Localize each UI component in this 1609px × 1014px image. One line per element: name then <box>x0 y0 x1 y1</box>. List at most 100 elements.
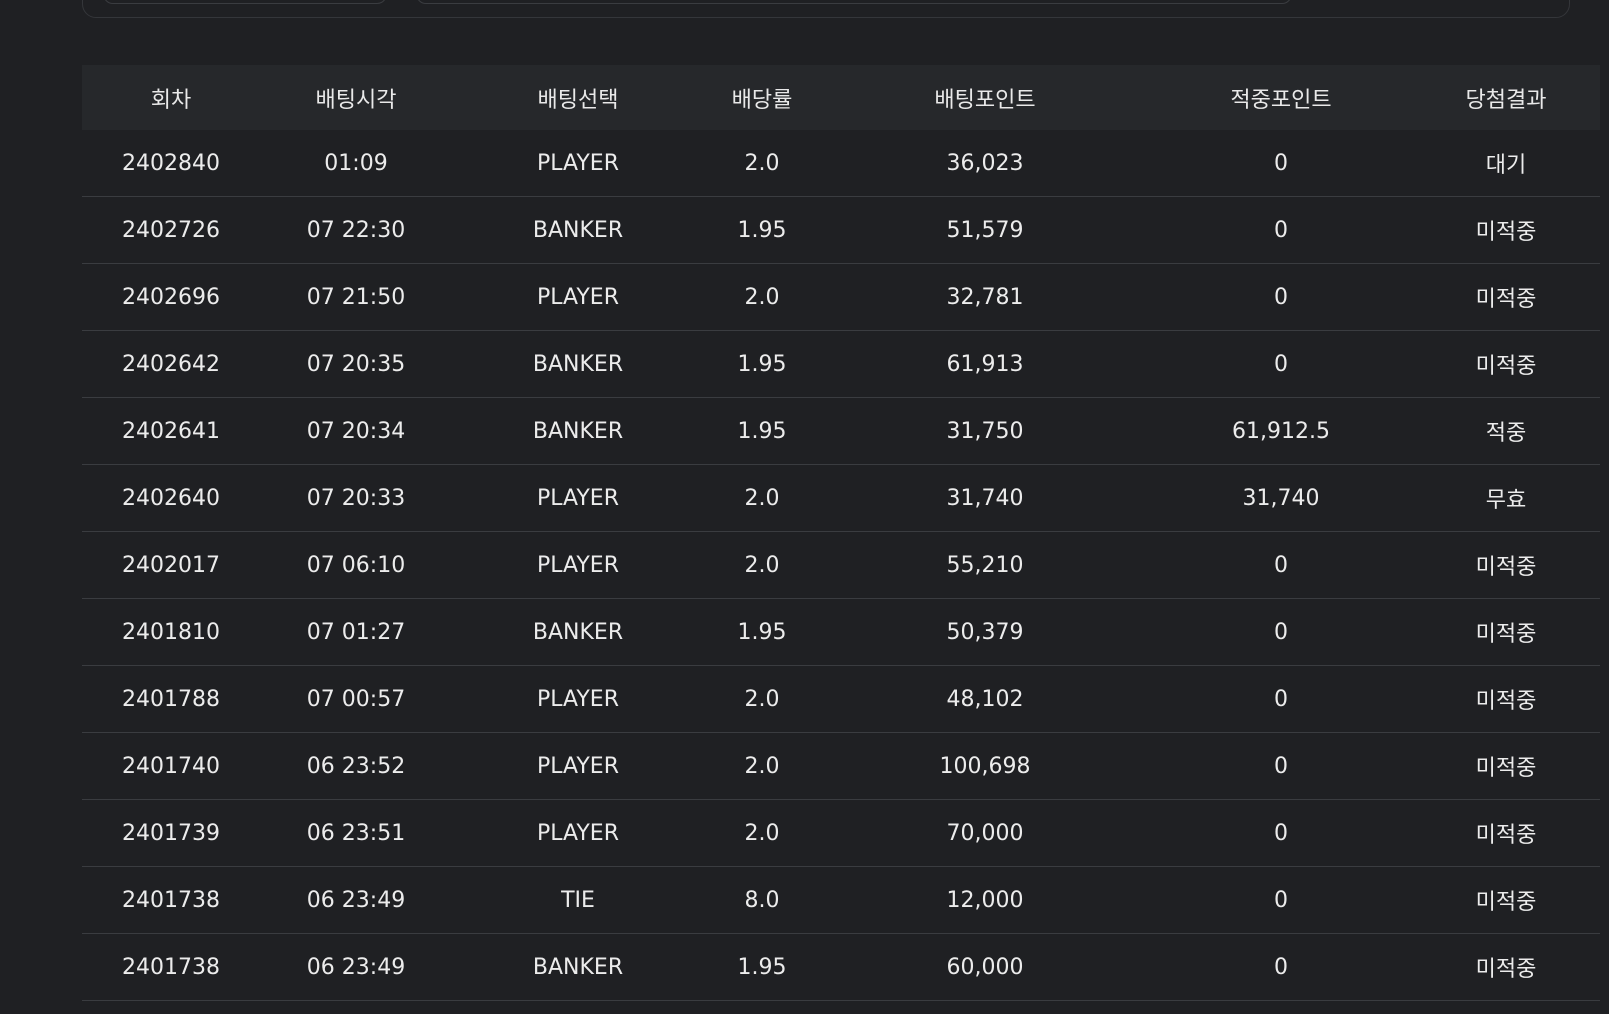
cell-bet-points: 60,000 <box>820 933 1150 1001</box>
cell-bet-points: 12,000 <box>820 866 1150 934</box>
cell-bet-choice: BANKER <box>452 933 704 1001</box>
cell-bet-points: 32,781 <box>820 263 1150 331</box>
cell-result: 무효 <box>1412 464 1600 532</box>
cell-bet-time: 07 21:50 <box>260 263 452 331</box>
cell-round: 2401738 <box>82 866 260 934</box>
table-row: 2401740 06 23:52 PLAYER 2.0 100,698 0 미적중 <box>82 732 1600 800</box>
cell-result: 미적중 <box>1412 263 1600 331</box>
table-row: 2402641 07 20:34 BANKER 1.95 31,750 61,912.5 적… <box>82 397 1600 465</box>
cell-result: 미적중 <box>1412 866 1600 934</box>
cell-odds: 8.0 <box>704 866 820 934</box>
table-header-row: 회차 배팅시각 배팅선택 배당률 배팅포인트 적중포인트 당첨결과 <box>82 65 1600 130</box>
cell-round: 2402696 <box>82 263 260 331</box>
header-odds: 배당률 <box>731 87 793 113</box>
cell-bet-time: 07 20:35 <box>260 330 452 398</box>
filter-panel <box>82 0 1570 18</box>
cell-win-points: 0 <box>1150 531 1412 599</box>
header-bet-choice: 배팅선택 <box>537 87 619 113</box>
cell-result: 미적중 <box>1412 665 1600 733</box>
table-row: 2402642 07 20:35 BANKER 1.95 61,913 0 미적중 <box>82 330 1600 398</box>
table-body: 2402840 01:09 PLAYER 2.0 36,023 0 대기 2402726 07 … <box>82 130 1600 1001</box>
cell-odds: 2.0 <box>704 531 820 599</box>
cell-odds: 2.0 <box>704 464 820 532</box>
header-win-points: 적중포인트 <box>1230 87 1332 113</box>
cell-result: 적중 <box>1412 397 1600 465</box>
cell-odds: 2.0 <box>704 665 820 733</box>
cell-win-points: 0 <box>1150 130 1412 197</box>
cell-round: 2401739 <box>82 799 260 867</box>
cell-result: 미적중 <box>1412 330 1600 398</box>
cell-bet-time: 07 06:10 <box>260 531 452 599</box>
cell-win-points: 0 <box>1150 263 1412 331</box>
cell-round: 2402726 <box>82 196 260 264</box>
table-row: 2402017 07 06:10 PLAYER 2.0 55,210 0 미적중 <box>82 531 1600 599</box>
table-row: 2402840 01:09 PLAYER 2.0 36,023 0 대기 <box>82 130 1600 197</box>
table-row: 2402640 07 20:33 PLAYER 2.0 31,740 31,740 무효 <box>82 464 1600 532</box>
cell-odds: 1.95 <box>704 330 820 398</box>
search-input[interactable] <box>416 0 1292 4</box>
cell-win-points: 61,912.5 <box>1150 397 1412 465</box>
betting-history-page: 회차 배팅시각 배팅선택 배당률 배팅포인트 적중포인트 당첨결과 240284… <box>0 0 1609 1014</box>
cell-win-points: 0 <box>1150 330 1412 398</box>
cell-round: 2401740 <box>82 732 260 800</box>
cell-bet-choice: BANKER <box>452 598 704 666</box>
filter-dropdown[interactable] <box>103 0 387 4</box>
cell-bet-choice: BANKER <box>452 196 704 264</box>
table-row: 2401788 07 00:57 PLAYER 2.0 48,102 0 미적중 <box>82 665 1600 733</box>
cell-bet-points: 48,102 <box>820 665 1150 733</box>
cell-odds: 1.95 <box>704 933 820 1001</box>
cell-round: 2401788 <box>82 665 260 733</box>
betting-history-table: 회차 배팅시각 배팅선택 배당률 배팅포인트 적중포인트 당첨결과 240284… <box>82 65 1600 1001</box>
cell-bet-choice: BANKER <box>452 397 704 465</box>
cell-win-points: 0 <box>1150 933 1412 1001</box>
cell-bet-points: 55,210 <box>820 531 1150 599</box>
cell-odds: 2.0 <box>704 732 820 800</box>
cell-result: 대기 <box>1412 130 1600 197</box>
cell-result: 미적중 <box>1412 799 1600 867</box>
cell-round: 2402017 <box>82 531 260 599</box>
header-round: 회차 <box>150 87 192 113</box>
cell-bet-time: 07 20:33 <box>260 464 452 532</box>
cell-result: 미적중 <box>1412 196 1600 264</box>
cell-win-points: 0 <box>1150 732 1412 800</box>
cell-round: 2401738 <box>82 933 260 1001</box>
cell-bet-choice: PLAYER <box>452 665 704 733</box>
cell-bet-choice: PLAYER <box>452 130 704 197</box>
table-row: 2401810 07 01:27 BANKER 1.95 50,379 0 미적중 <box>82 598 1600 666</box>
cell-bet-points: 70,000 <box>820 799 1150 867</box>
cell-odds: 2.0 <box>704 130 820 197</box>
cell-bet-time: 07 00:57 <box>260 665 452 733</box>
cell-odds: 1.95 <box>704 598 820 666</box>
cell-bet-points: 51,579 <box>820 196 1150 264</box>
cell-round: 2402642 <box>82 330 260 398</box>
cell-bet-time: 06 23:49 <box>260 933 452 1001</box>
cell-round: 2402641 <box>82 397 260 465</box>
cell-result: 미적중 <box>1412 598 1600 666</box>
cell-odds: 2.0 <box>704 263 820 331</box>
header-bet-time: 배팅시각 <box>315 87 397 113</box>
cell-round: 2402840 <box>82 130 260 197</box>
header-bet-points: 배팅포인트 <box>934 87 1036 113</box>
table-row: 2401739 06 23:51 PLAYER 2.0 70,000 0 미적중 <box>82 799 1600 867</box>
cell-bet-choice: TIE <box>452 866 704 934</box>
betting-history-table-container: 회차 배팅시각 배팅선택 배당률 배팅포인트 적중포인트 당첨결과 240284… <box>82 65 1609 1001</box>
cell-result: 미적중 <box>1412 933 1600 1001</box>
cell-bet-time: 06 23:52 <box>260 732 452 800</box>
cell-round: 2401810 <box>82 598 260 666</box>
cell-win-points: 0 <box>1150 598 1412 666</box>
cell-odds: 1.95 <box>704 196 820 264</box>
cell-bet-points: 31,740 <box>820 464 1150 532</box>
cell-bet-choice: BANKER <box>452 330 704 398</box>
table-row: 2402726 07 22:30 BANKER 1.95 51,579 0 미적중 <box>82 196 1600 264</box>
cell-bet-choice: PLAYER <box>452 531 704 599</box>
cell-result: 미적중 <box>1412 732 1600 800</box>
cell-round: 2402640 <box>82 464 260 532</box>
cell-bet-time: 01:09 <box>260 130 452 197</box>
cell-win-points: 0 <box>1150 665 1412 733</box>
table-row: 2401738 06 23:49 BANKER 1.95 60,000 0 미적중 <box>82 933 1600 1001</box>
table-row: 2402696 07 21:50 PLAYER 2.0 32,781 0 미적중 <box>82 263 1600 331</box>
cell-bet-choice: PLAYER <box>452 263 704 331</box>
cell-bet-choice: PLAYER <box>452 464 704 532</box>
table-row: 2401738 06 23:49 TIE 8.0 12,000 0 미적중 <box>82 866 1600 934</box>
cell-result: 미적중 <box>1412 531 1600 599</box>
